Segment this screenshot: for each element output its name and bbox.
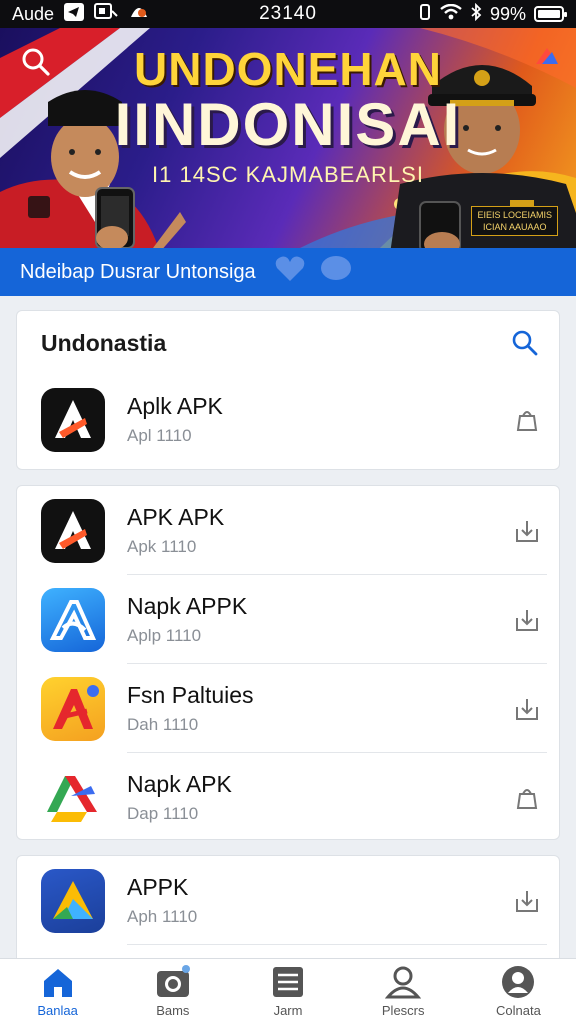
notification-icon — [128, 3, 150, 26]
bag-icon[interactable] — [513, 784, 541, 812]
featured-card: Undonastia Aplk APK Apl 1110 — [16, 310, 560, 470]
list-icon — [270, 965, 306, 999]
promo-banner[interactable]: UNDONEHAN IINDONISAI I1 14SC KAJMABEARLS… — [0, 28, 576, 248]
tab-people[interactable]: Plescrs — [346, 959, 461, 1024]
download-icon[interactable] — [513, 887, 541, 915]
apk-logo-black-icon — [41, 387, 105, 452]
list-item[interactable]: APPK Aph 1110 — [17, 856, 559, 945]
app-name: APK APK — [127, 504, 225, 530]
telegram-icon — [64, 2, 85, 26]
app-subtitle: Aph 1110 — [127, 907, 198, 926]
camera-icon — [155, 965, 191, 999]
app-name: APPK — [127, 874, 189, 900]
banner-badge-line-1: EIEIS LOCEIAMIS — [477, 210, 552, 220]
apk-logo-yellow-icon — [41, 676, 105, 741]
ribbon-text: Ndeibap Dusrar Untonsiga — [20, 260, 256, 283]
status-bar: Aude 23140 99% — [0, 0, 576, 28]
app-subtitle: Dap 1110 — [127, 804, 199, 823]
app-name: Aplk APK — [127, 393, 223, 419]
more-apps-card: APPK Aph 1110 — [16, 855, 560, 975]
banner-title: UNDONEHAN — [134, 43, 442, 95]
download-icon[interactable] — [513, 606, 541, 634]
cast-icon — [94, 2, 118, 26]
apk-logo-blue-icon — [41, 587, 105, 652]
banner-badge: EIEIS LOCEIAMIS ICIAN AAUAAO — [471, 206, 558, 236]
apk-logo-multicolor-icon — [41, 765, 105, 830]
app-name: Napk APPK — [127, 593, 248, 619]
download-icon[interactable] — [513, 695, 541, 723]
app-subtitle: Aplp 1110 — [127, 626, 202, 645]
tab-label: Jarm — [273, 1003, 303, 1018]
download-icon[interactable] — [513, 517, 541, 545]
bluetooth-icon — [470, 2, 482, 26]
banner-badge-line-2: ICIAN AAUAAO — [482, 222, 547, 232]
tab-list[interactable]: Jarm — [230, 959, 345, 1024]
tab-label: Banlaa — [37, 1003, 78, 1018]
profile-icon — [500, 965, 536, 999]
heart-icon[interactable] — [274, 255, 306, 289]
bag-icon[interactable] — [513, 406, 541, 434]
battery-icon — [534, 6, 567, 22]
tab-games[interactable]: Bams — [115, 959, 230, 1024]
app-subtitle: Apk 1110 — [127, 537, 197, 556]
banner-headline: IINDONISAI — [114, 91, 462, 158]
section-search-icon[interactable] — [511, 329, 539, 357]
list-item[interactable]: Napk APPK Aplp 1110 — [17, 575, 559, 664]
list-item[interactable]: Aplk APK Apl 1110 — [17, 375, 559, 464]
list-item[interactable]: APK APK Apk 1110 — [17, 486, 559, 575]
app-list-card: APK APK Apk 1110 Napk APPK Aplp 1110 Fsn… — [16, 485, 560, 840]
section-header: Undonastia — [17, 311, 559, 375]
apk-logo-gradient-icon — [41, 868, 105, 933]
tab-home[interactable]: Banlaa — [0, 959, 115, 1024]
banner-subtitle: I1 14SC KAJMABEARLSI — [152, 162, 424, 187]
vibrate-icon — [418, 3, 432, 26]
tab-label: Bams — [156, 1003, 190, 1018]
person-icon — [384, 965, 422, 999]
list-item[interactable]: Fsn Paltuies Dah 1110 — [17, 664, 559, 753]
carrier-label: Aude — [12, 3, 55, 24]
app-subtitle: Apl 1110 — [127, 426, 192, 445]
bottom-tab-bar: Banlaa Bams Jarm Plescrs Colnata — [0, 958, 576, 1024]
battery-percent: 99% — [489, 3, 526, 24]
tab-label: Colnata — [496, 1003, 541, 1018]
app-name: Napk APK — [127, 771, 232, 797]
section-title: Undonastia — [41, 329, 167, 356]
home-icon — [40, 965, 76, 999]
battery-level-fill — [538, 10, 560, 18]
chat-bubble-icon[interactable] — [320, 255, 352, 289]
wifi-icon — [440, 3, 462, 25]
list-item[interactable]: Napk APK Dap 1110 — [17, 753, 559, 842]
app-subtitle: Dah 1110 — [127, 715, 199, 734]
tab-profile[interactable]: Colnata — [461, 959, 576, 1024]
app-name: Fsn Paltuies — [127, 682, 254, 708]
apk-logo-black-icon — [41, 498, 105, 563]
tab-label: Plescrs — [381, 1003, 425, 1018]
announcement-ribbon[interactable]: Ndeibap Dusrar Untonsiga — [0, 248, 576, 296]
